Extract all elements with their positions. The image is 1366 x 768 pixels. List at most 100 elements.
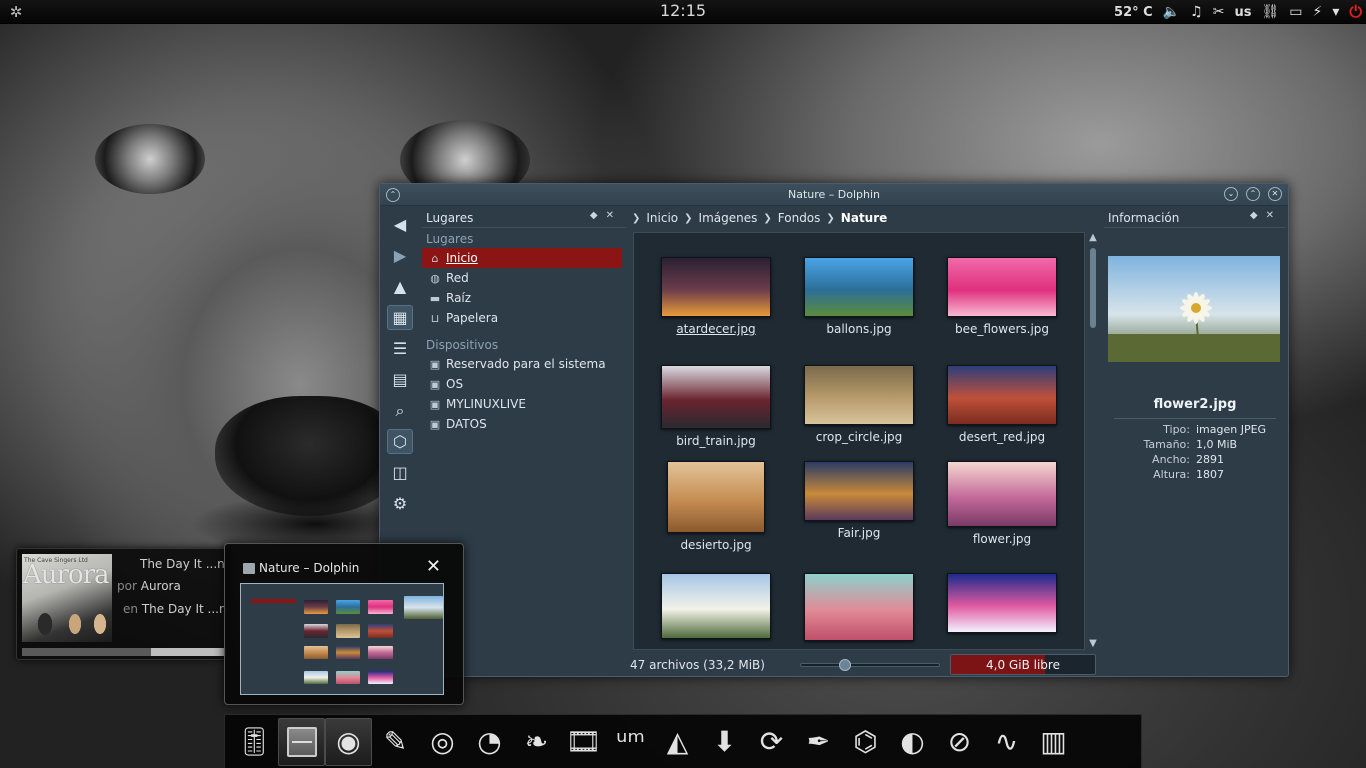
back-icon[interactable]: ◀ — [387, 212, 413, 237]
info-panel-controls-icon[interactable]: ◆✕ — [1250, 210, 1282, 221]
download-icon[interactable]: ⬇ — [701, 718, 748, 766]
temperature-readout[interactable]: 52° C — [1114, 5, 1153, 20]
file-thumbnail — [804, 461, 914, 521]
maximize-icon[interactable]: ⌃ — [1246, 187, 1260, 201]
scroll-down-icon[interactable]: ▼ — [1087, 638, 1099, 650]
task-preview-title-text: Nature – Dolphin — [259, 561, 360, 575]
split-view-icon[interactable]: ◫ — [387, 460, 413, 485]
mini-thumbnail — [335, 600, 361, 614]
mini-thumbnail — [303, 624, 329, 638]
file-item[interactable]: desert_red.jpg — [932, 365, 1072, 444]
close-icon[interactable]: ✕ — [1268, 187, 1282, 201]
show-previews-icon[interactable]: ⬡ — [387, 429, 413, 454]
file-thumbnail — [947, 257, 1057, 317]
device-item[interactable]: ▣ MYLINUXLIVE — [422, 394, 626, 414]
file-item[interactable]: flower.jpg — [932, 461, 1072, 546]
pen-icon[interactable]: ✒ — [795, 718, 842, 766]
file-name: desierto.jpg — [680, 538, 752, 552]
gimp-icon[interactable]: ✎ — [372, 718, 419, 766]
update-icon[interactable]: ⟳ — [748, 718, 795, 766]
mixer-icon[interactable]: 🎚 — [231, 718, 278, 766]
music-icon[interactable]: ♫ — [1190, 4, 1203, 20]
file-item[interactable] — [932, 573, 1072, 633]
track-progress[interactable] — [22, 648, 226, 656]
leaf-icon[interactable]: ❧ — [513, 718, 560, 766]
minimize-icon[interactable]: ⌄ — [1224, 187, 1238, 201]
network-link-icon[interactable]: ⛓ — [1261, 4, 1279, 20]
track-title: The Day It ...n — [140, 557, 225, 571]
firefox-icon[interactable]: ◉ — [325, 717, 372, 766]
file-item[interactable]: desierto.jpg — [646, 461, 786, 552]
file-view[interactable]: atardecer.jpg ballons.jpg bee_flowers.jpgb… — [633, 232, 1085, 650]
icons-view-icon[interactable]: ▦ — [387, 305, 413, 330]
place-item-raíz[interactable]: ▬ Raíz — [422, 288, 626, 308]
mini-thumbnail — [303, 600, 329, 614]
details-view-icon[interactable]: ☰ — [387, 336, 413, 361]
device-item[interactable]: ▣ DATOS — [422, 414, 626, 434]
breadcrumb-separator-icon: ❯ — [763, 212, 772, 224]
task-preview-thumbnail[interactable] — [240, 583, 444, 695]
device-item[interactable]: ▣ OS — [422, 374, 626, 394]
clock-text[interactable]: 12:15 — [660, 1, 706, 20]
window-titlebar[interactable]: ⌃ Nature – Dolphin ⌄ ⌃ ✕ — [380, 184, 1288, 206]
preview-icon[interactable]: ▤ — [387, 367, 413, 392]
file-item[interactable]: atardecer.jpg — [646, 257, 786, 336]
album-cover: The Cave Singers Ltd Aurora — [22, 554, 112, 642]
file-item[interactable]: ballons.jpg — [789, 257, 929, 336]
forward-icon[interactable]: ▶ — [387, 243, 413, 268]
file-item[interactable] — [789, 573, 929, 641]
imdb-icon[interactable]: ▥ — [1030, 718, 1077, 766]
album-name: The Day It ...n — [141, 602, 227, 616]
up-icon[interactable]: ▲ — [387, 274, 413, 299]
search-icon[interactable]: ⌕ — [387, 398, 413, 423]
file-thumbnail — [947, 365, 1057, 425]
task-preview-close-icon[interactable]: ✕ — [426, 556, 441, 577]
zoom-slider-handle[interactable] — [839, 659, 852, 671]
power-plug-icon[interactable]: ⚡ — [1312, 4, 1322, 20]
place-item-red[interactable]: ◍ Red — [422, 268, 626, 288]
kde-menu-icon[interactable]: ✲ — [4, 0, 28, 24]
mini-thumbnail — [367, 624, 393, 638]
power-icon[interactable]: ⏻ — [1349, 2, 1362, 22]
pdf-icon[interactable]: ⌬ — [842, 718, 889, 766]
breadcrumb-item[interactable]: Imágenes — [699, 211, 758, 225]
device-item-label: MYLINUXLIVE — [446, 397, 526, 411]
file-thumbnail — [804, 365, 914, 425]
settings-gear-icon[interactable]: ⚙ — [387, 491, 413, 516]
file-item[interactable]: Fair.jpg — [789, 461, 929, 540]
eye-icon[interactable]: ◐ — [889, 718, 936, 766]
device-item[interactable]: ▣ Reservado para el sistema — [422, 354, 626, 374]
breadcrumb-item[interactable]: Inicio — [646, 211, 678, 225]
chrome-icon[interactable]: ◎ — [419, 718, 466, 766]
places-list: ⌂ Inicio ◍ Red ▬ Raíz ⊔ Papelera — [422, 248, 626, 328]
keyboard-layout[interactable]: us — [1234, 5, 1251, 20]
inkscape-icon[interactable]: ◭ — [654, 718, 701, 766]
um-icon[interactable]: ᵘᵐ — [607, 718, 654, 766]
panel-controls-icon[interactable]: ◆✕ — [590, 210, 622, 221]
breadcrumb-item[interactable]: Nature — [841, 211, 887, 225]
monitor-icon[interactable]: ∿ — [983, 718, 1030, 766]
file-manager-icon[interactable] — [278, 717, 325, 766]
scroll-up-icon[interactable]: ▲ — [1087, 232, 1099, 244]
breadcrumb-item[interactable]: Fondos — [778, 211, 821, 225]
task-preview-tooltip[interactable]: Nature – Dolphin ✕ — [224, 543, 464, 705]
place-item-papelera[interactable]: ⊔ Papelera — [422, 308, 626, 328]
compass-icon[interactable]: ⊘ — [936, 718, 983, 766]
video-editor-icon[interactable]: 🎞 — [560, 718, 607, 766]
places-panel-title: Lugares — [426, 210, 474, 225]
info-panel-title: Información — [1108, 210, 1180, 225]
file-item[interactable]: bird_train.jpg — [646, 365, 786, 448]
tools-icon[interactable]: ✂ — [1213, 4, 1225, 20]
file-item[interactable]: crop_circle.jpg — [789, 365, 929, 444]
battery-icon[interactable]: ▭ — [1289, 4, 1302, 20]
thunderbird-icon[interactable]: ◔ — [466, 718, 513, 766]
free-space-bar[interactable]: 4,0 GiB libre — [950, 654, 1096, 675]
volume-icon[interactable]: 🔈 — [1163, 4, 1180, 20]
file-view-scrollbar[interactable]: ▲ ▼ — [1087, 232, 1099, 650]
tray-expand-icon[interactable]: ▾ — [1332, 4, 1339, 20]
place-item-inicio[interactable]: ⌂ Inicio — [422, 248, 622, 268]
file-item[interactable]: bee_flowers.jpg — [932, 257, 1072, 336]
zoom-slider[interactable] — [800, 659, 940, 671]
file-item[interactable] — [646, 573, 786, 639]
scroll-thumb[interactable] — [1090, 248, 1096, 328]
